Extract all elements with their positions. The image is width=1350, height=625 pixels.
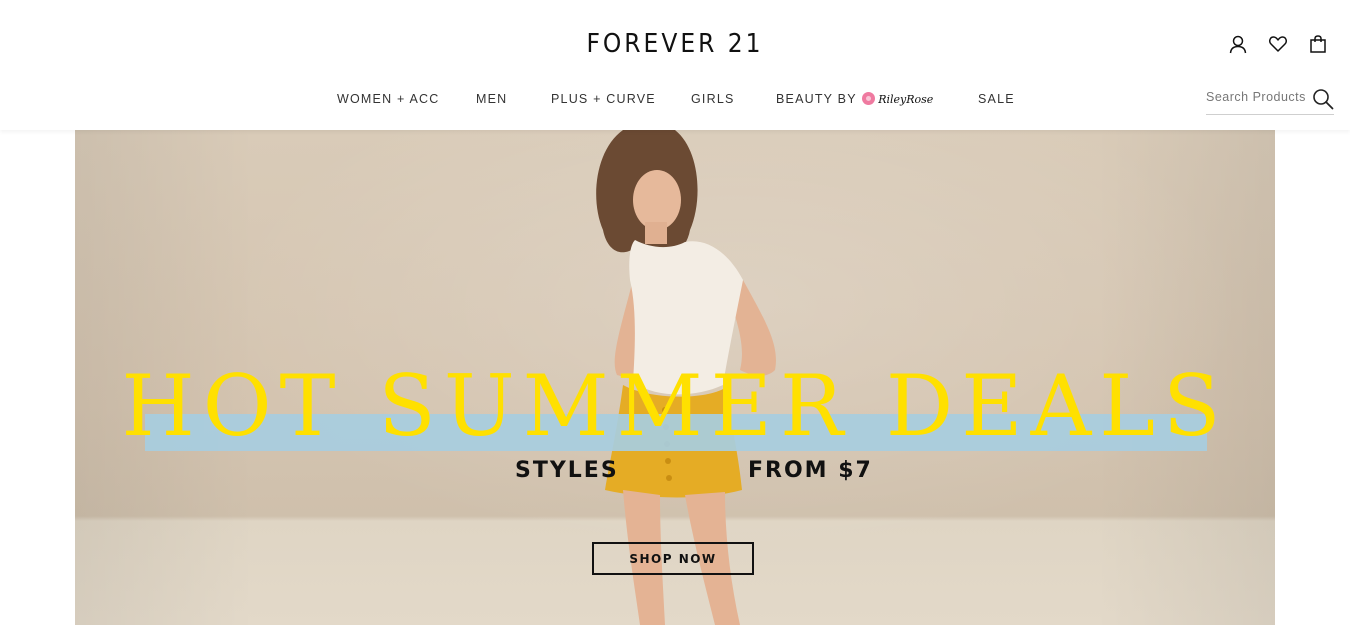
nav-item-beauty[interactable]: BEAUTY BY RileyRose — [776, 92, 933, 106]
nav-item-women-acc[interactable]: WOMEN + ACC — [337, 92, 439, 106]
brand-logo[interactable]: FOREVER 21 — [0, 29, 1350, 59]
wishlist-heart-icon[interactable] — [1268, 34, 1288, 54]
hero-banner[interactable]: HOT SUMMER DEALS STYLES FROM $7 SHOP NOW — [75, 130, 1275, 625]
hero-subtext-styles: STYLES — [515, 458, 619, 483]
search-box — [1206, 86, 1334, 115]
rileyrose-logo-text: RileyRose — [878, 93, 934, 106]
utility-icons — [1228, 34, 1328, 54]
account-icon[interactable] — [1228, 34, 1248, 54]
nav-item-sale[interactable]: SALE — [978, 92, 1015, 106]
search-icon[interactable] — [1312, 88, 1334, 110]
shop-now-button[interactable]: SHOP NOW — [592, 542, 754, 575]
nav-item-beauty-label: BEAUTY BY — [776, 92, 857, 106]
rileyrose-flower-icon — [862, 92, 876, 105]
hero-headline: HOT SUMMER DEALS — [121, 357, 1229, 455]
shopping-bag-icon[interactable] — [1308, 34, 1328, 54]
hero-subtext-price: FROM $7 — [748, 458, 873, 483]
site-header: FOREVER 21 WOMEN + ACC MEN PLUS + CURVE … — [0, 0, 1350, 130]
main-nav: WOMEN + ACC MEN PLUS + CURVE GIRLS BEAUT… — [0, 92, 1350, 112]
nav-item-girls[interactable]: GIRLS — [691, 92, 735, 106]
search-input[interactable] — [1206, 86, 1306, 108]
nav-item-plus-curve[interactable]: PLUS + CURVE — [551, 92, 656, 106]
nav-item-men[interactable]: MEN — [476, 92, 507, 106]
